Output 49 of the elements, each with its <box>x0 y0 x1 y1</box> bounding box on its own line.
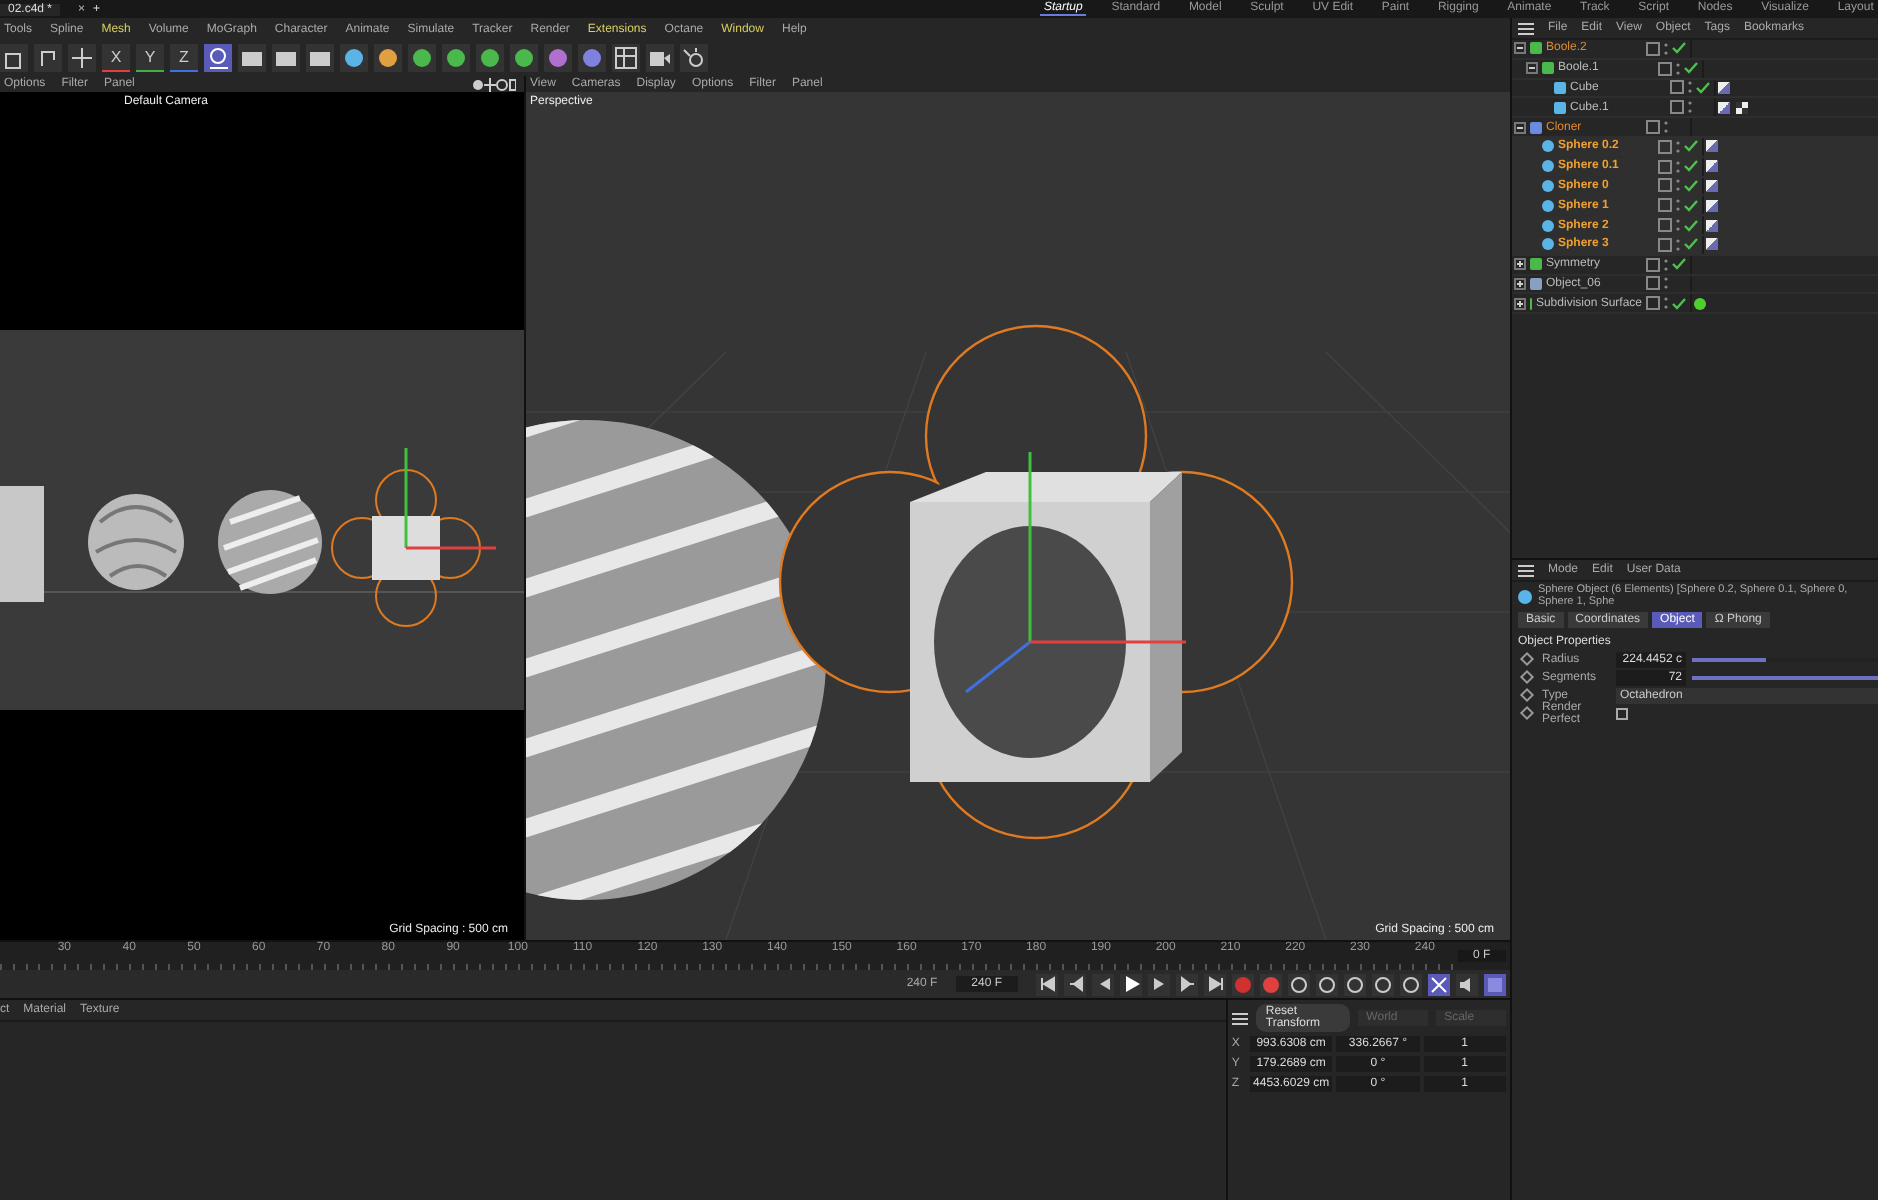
navigation-icons[interactable] <box>472 77 516 91</box>
speaker-icon[interactable] <box>1456 973 1478 995</box>
key-tool-icon[interactable] <box>1344 973 1366 995</box>
key-tool-icon[interactable] <box>1400 973 1422 995</box>
expand-toggle[interactable] <box>1514 121 1526 134</box>
previous-frame-icon[interactable] <box>1092 973 1114 995</box>
check-icon[interactable] <box>1684 238 1698 251</box>
camera-icon[interactable] <box>646 44 674 72</box>
world-coordinates-icon[interactable] <box>204 44 232 72</box>
expand-toggle[interactable] <box>1514 277 1526 290</box>
axis-toggle[interactable]: Z <box>170 44 198 72</box>
check-icon[interactable] <box>1684 179 1698 192</box>
check-icon[interactable] <box>1684 160 1698 173</box>
axis-toggle[interactable]: X <box>102 44 130 72</box>
scissors-icon[interactable] <box>1428 973 1450 995</box>
light-icon[interactable] <box>680 44 708 72</box>
key-tool-icon[interactable] <box>1288 973 1310 995</box>
previous-key-icon[interactable] <box>1064 973 1086 995</box>
dot-tag-icon[interactable] <box>1694 297 1706 310</box>
go-to-end-icon[interactable] <box>1204 973 1226 995</box>
menu-icon[interactable] <box>1518 21 1534 35</box>
check-icon[interactable] <box>1672 258 1686 271</box>
check-icon[interactable] <box>1684 62 1698 75</box>
check-icon[interactable] <box>1684 140 1698 153</box>
key-tool-icon[interactable] <box>1316 973 1338 995</box>
check-icon[interactable] <box>1696 81 1710 94</box>
animation-mode-icon[interactable] <box>1484 973 1506 995</box>
expand-toggle[interactable] <box>1514 42 1526 55</box>
axis-toggle[interactable]: Y <box>136 44 164 72</box>
next-key-icon[interactable] <box>1176 973 1198 995</box>
expand-toggle[interactable] <box>1514 258 1526 271</box>
grid-icon[interactable] <box>612 44 640 72</box>
key-tool-icon[interactable] <box>1372 973 1394 995</box>
check-icon[interactable] <box>1684 199 1698 212</box>
expand-toggle[interactable] <box>1514 297 1526 310</box>
next-frame-icon[interactable] <box>1148 973 1170 995</box>
play-icon[interactable] <box>1120 973 1142 995</box>
check-icon[interactable] <box>1672 42 1686 55</box>
menu-icon[interactable] <box>1518 563 1534 577</box>
checkbox[interactable] <box>1616 707 1628 719</box>
check-icon[interactable] <box>1672 297 1686 310</box>
autokey-icon[interactable] <box>1260 973 1282 995</box>
go-to-start-icon[interactable] <box>1036 973 1058 995</box>
move-icon[interactable] <box>68 44 96 72</box>
sphere-icon <box>1518 589 1532 603</box>
menu-icon[interactable] <box>1231 1011 1248 1025</box>
checker-tag-icon[interactable] <box>1736 101 1748 114</box>
check-icon[interactable] <box>1684 219 1698 232</box>
expand-toggle[interactable] <box>1526 62 1538 75</box>
